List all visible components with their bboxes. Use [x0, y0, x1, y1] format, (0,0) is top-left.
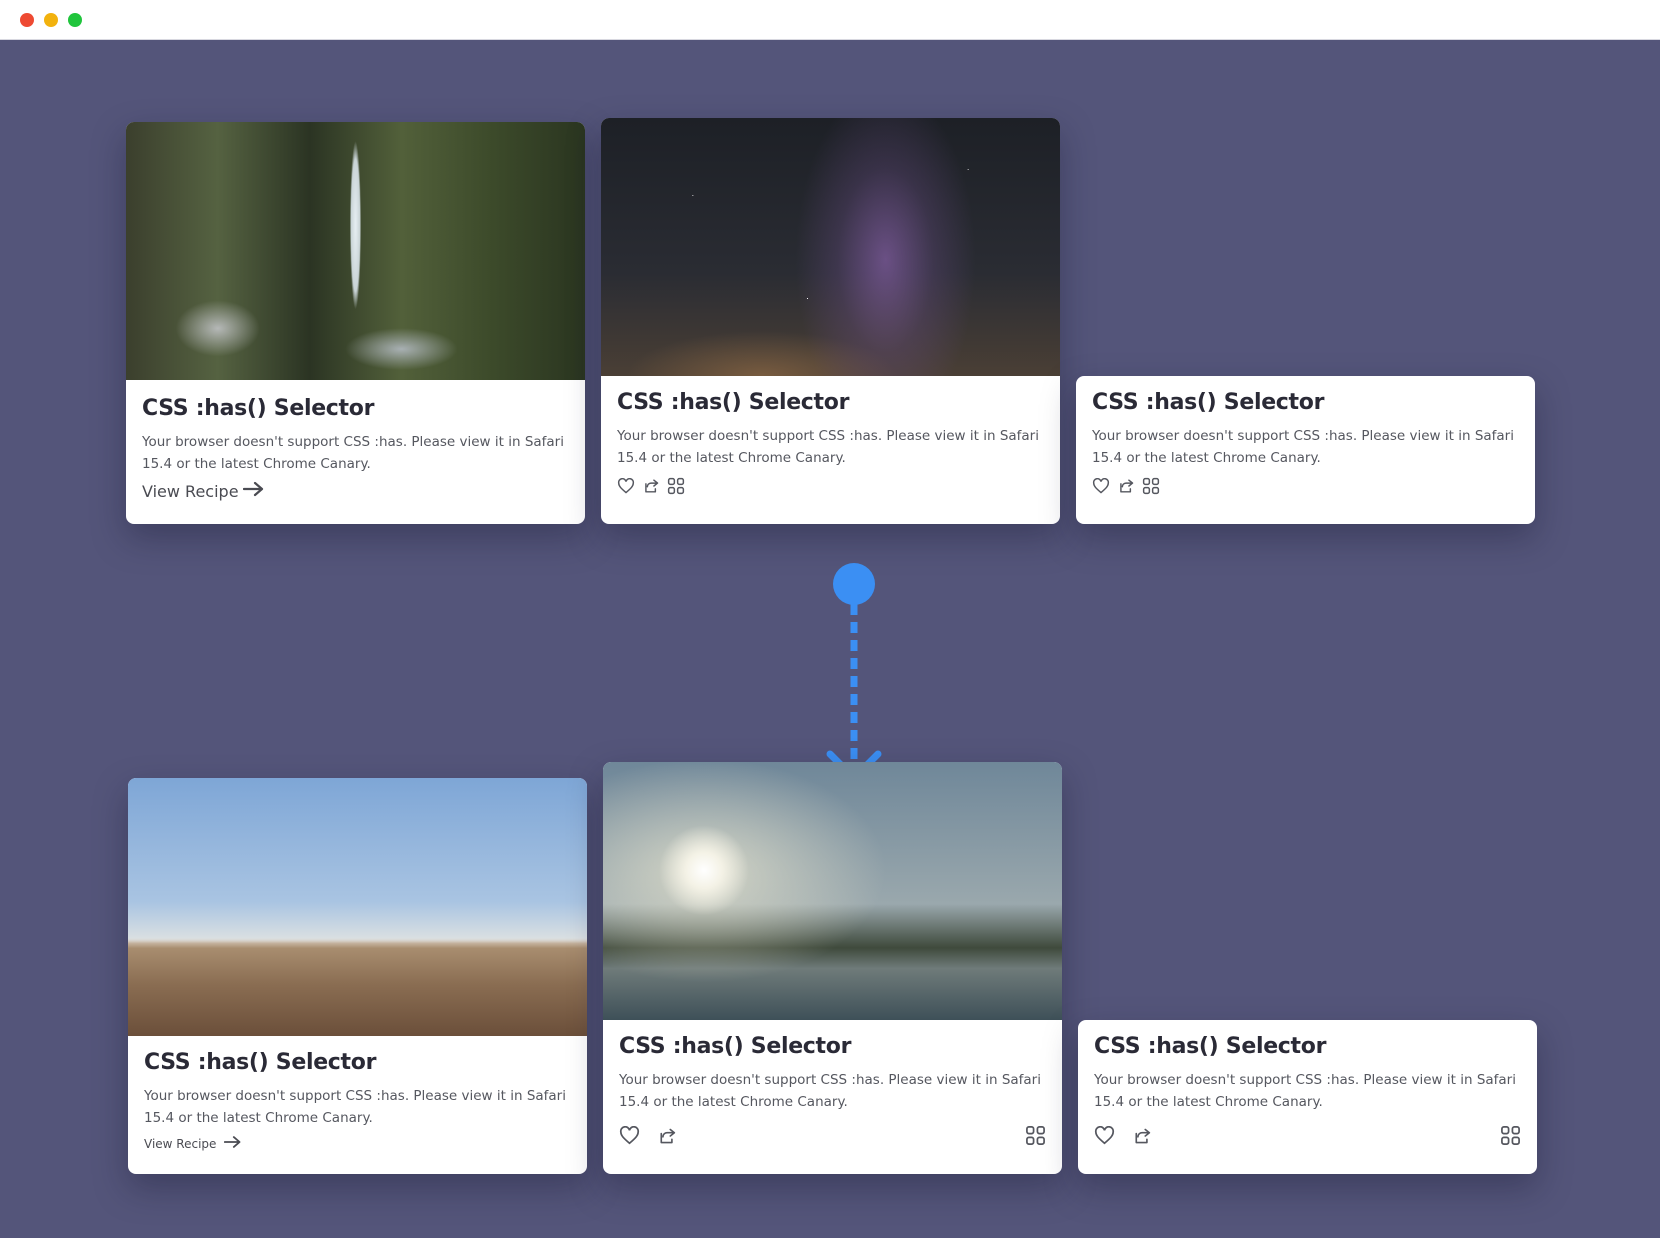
- heart-icon[interactable]: [1094, 1126, 1115, 1145]
- share-icon[interactable]: [643, 478, 659, 494]
- zoom-window-button[interactable]: [68, 13, 82, 27]
- card-actions: [1092, 477, 1519, 495]
- view-recipe-link[interactable]: View Recipe: [144, 1135, 242, 1152]
- card-after-recipe: CSS :has() Selector Your browser doesn't…: [128, 778, 587, 1174]
- card-title: CSS :has() Selector: [142, 396, 375, 421]
- view-recipe-label: View Recipe: [144, 1136, 217, 1151]
- grid-icon[interactable]: [1025, 1125, 1046, 1146]
- share-icon[interactable]: [1118, 478, 1134, 494]
- grid-icon[interactable]: [667, 477, 685, 495]
- card-description: Your browser doesn't support CSS :has. P…: [1094, 1072, 1516, 1110]
- card-description: Your browser doesn't support CSS :has. P…: [142, 434, 564, 472]
- card-after-icons: CSS :has() Selector Your browser doesn't…: [603, 762, 1062, 1174]
- card-description: Your browser doesn't support CSS :has. P…: [144, 1088, 566, 1126]
- share-icon[interactable]: [1133, 1127, 1151, 1145]
- milky-way-photo: [601, 118, 1060, 376]
- heart-icon[interactable]: [617, 478, 635, 494]
- card-actions: [619, 1125, 1046, 1146]
- card-actions: [617, 477, 1044, 495]
- window-titlebar: [0, 0, 1660, 40]
- view-recipe-link[interactable]: View Recipe: [142, 481, 265, 501]
- card-title: CSS :has() Selector: [1094, 1034, 1327, 1059]
- heart-icon[interactable]: [619, 1126, 640, 1145]
- card-description: Your browser doesn't support CSS :has. P…: [1092, 428, 1514, 466]
- heart-icon[interactable]: [1092, 478, 1110, 494]
- waterfall-photo: [126, 122, 585, 380]
- arrow-start-dot: [833, 563, 875, 605]
- view-recipe-label: View Recipe: [142, 481, 239, 501]
- card-before-icons: CSS :has() Selector Your browser doesn't…: [601, 118, 1060, 524]
- grid-icon[interactable]: [1142, 477, 1160, 495]
- hills-photo: [128, 778, 587, 1036]
- minimize-window-button[interactable]: [44, 13, 58, 27]
- card-title: CSS :has() Selector: [617, 390, 850, 415]
- card-before-recipe: CSS :has() Selector Your browser doesn't…: [126, 122, 585, 524]
- card-title: CSS :has() Selector: [144, 1050, 377, 1075]
- card-title: CSS :has() Selector: [619, 1034, 852, 1059]
- card-title: CSS :has() Selector: [1092, 390, 1325, 415]
- card-after-no-image: CSS :has() Selector Your browser doesn't…: [1078, 1020, 1537, 1174]
- card-before-no-image: CSS :has() Selector Your browser doesn't…: [1076, 376, 1535, 524]
- sunlit-coast-photo: [603, 762, 1062, 1020]
- share-icon[interactable]: [658, 1127, 676, 1145]
- transition-arrow: [826, 563, 882, 782]
- card-description: Your browser doesn't support CSS :has. P…: [619, 1072, 1041, 1110]
- arrow-right-icon: [224, 1135, 242, 1152]
- close-window-button[interactable]: [20, 13, 34, 27]
- card-description: Your browser doesn't support CSS :has. P…: [617, 428, 1039, 466]
- canvas: CSS :has() Selector Your browser doesn't…: [0, 40, 1660, 1238]
- card-actions: [1094, 1125, 1521, 1146]
- arrow-right-icon: [242, 481, 265, 501]
- grid-icon[interactable]: [1500, 1125, 1521, 1146]
